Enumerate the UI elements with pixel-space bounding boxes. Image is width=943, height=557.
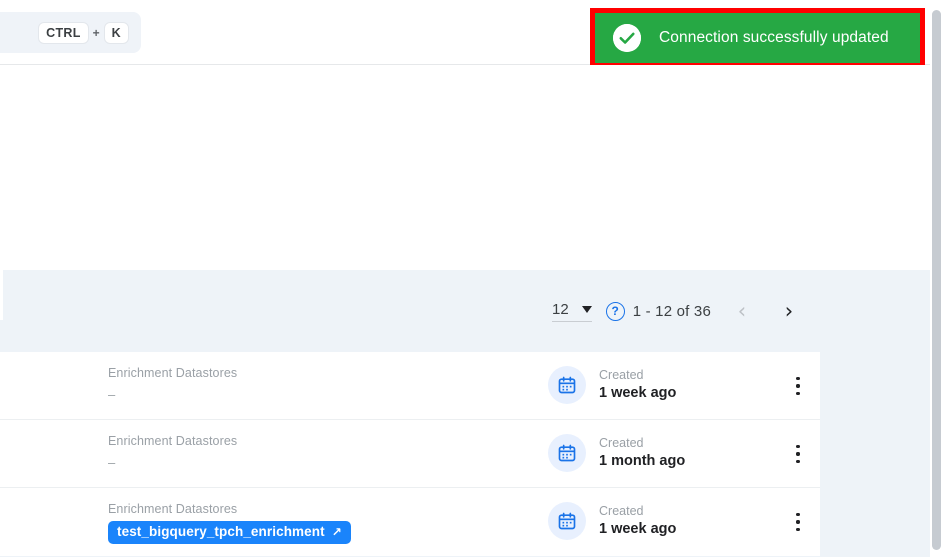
search-shortcut-ctrl-key: CTRL — [38, 21, 89, 44]
page-size-value: 12 — [552, 300, 569, 318]
kebab-dot — [796, 391, 800, 395]
row-meta-group: Enrichment Datastores – — [108, 434, 508, 473]
kebab-dot — [796, 445, 800, 449]
toast-highlight-annotation: Connection successfully updated — [590, 8, 925, 68]
search-shortcut-k-key: K — [103, 21, 129, 44]
search-shortcut-plus: + — [92, 25, 100, 40]
calendar-icon — [548, 502, 586, 540]
enrichment-datastores-label: Enrichment Datastores — [108, 366, 238, 380]
page-scrollbar[interactable] — [930, 0, 943, 557]
scrollbar-thumb[interactable] — [932, 10, 941, 550]
check-circle-icon — [613, 24, 641, 52]
chip-label: test_bigquery_tpch_enrichment — [117, 524, 325, 539]
table-row[interactable]: Enrichment Datastores – — [0, 420, 820, 488]
help-icon[interactable]: ? — [605, 301, 625, 321]
created-value: 1 week ago — [599, 520, 677, 537]
external-link-icon: ↗ — [331, 525, 342, 539]
chevron-down-icon — [581, 305, 592, 313]
created-text-group: Created 1 month ago — [599, 436, 685, 471]
calendar-icon — [548, 434, 586, 472]
row-meta-group: Enrichment Datastores test_bigquery_tpch… — [108, 502, 508, 544]
enrichment-datastores-value: – — [108, 387, 116, 402]
toast-notification[interactable]: Connection successfully updated — [595, 13, 920, 63]
calendar-icon — [548, 366, 586, 404]
created-text-group: Created 1 week ago — [599, 504, 676, 539]
kebab-dot — [796, 459, 800, 463]
pagination-bar: 12 ? 1 - 12 of 36 ‹ › — [0, 270, 820, 352]
kebab-menu-icon[interactable] — [789, 376, 807, 396]
pagination-next-button[interactable]: › — [774, 296, 804, 326]
created-label: Created — [599, 435, 644, 450]
table-row[interactable]: Enrichment Datastores test_bigquery_tpch… — [0, 488, 820, 556]
page-blank-area — [0, 65, 943, 270]
enrichment-datastore-chip[interactable]: test_bigquery_tpch_enrichment ↗ — [108, 521, 351, 544]
created-value: 1 month ago — [599, 452, 686, 469]
kebab-dot — [796, 513, 800, 517]
created-text-group: Created 1 week ago — [599, 368, 676, 403]
kebab-dot — [796, 384, 800, 388]
connection-list: Enrichment Datastores – Created 1 week a… — [0, 352, 820, 556]
kebab-dot — [796, 520, 800, 524]
app-window: CTRL + K Connection successfully updated… — [0, 0, 943, 557]
kebab-menu-icon[interactable] — [789, 444, 807, 464]
kebab-menu-icon[interactable] — [789, 512, 807, 532]
kebab-dot — [796, 527, 800, 531]
kebab-dot — [796, 452, 800, 456]
row-meta-group: Enrichment Datastores – — [108, 366, 508, 405]
row-created-group: Created 1 week ago — [548, 366, 676, 404]
created-label: Created — [599, 503, 644, 518]
enrichment-datastores-value: – — [108, 455, 116, 470]
kebab-dot — [796, 377, 800, 381]
enrichment-datastores-label: Enrichment Datastores — [108, 502, 238, 516]
table-row[interactable]: Enrichment Datastores – — [0, 352, 820, 420]
toast-message: Connection successfully updated — [659, 29, 889, 46]
pagination-prev-button[interactable]: ‹ — [727, 296, 757, 326]
row-created-group: Created 1 month ago — [548, 434, 685, 472]
created-value: 1 week ago — [599, 384, 677, 401]
pagination-range-text: 1 - 12 of 36 — [632, 302, 711, 320]
created-label: Created — [599, 367, 644, 382]
global-search-input[interactable]: CTRL + K — [0, 12, 141, 53]
row-created-group: Created 1 week ago — [548, 502, 676, 540]
enrichment-datastores-label: Enrichment Datastores — [108, 434, 238, 448]
page-size-select[interactable]: 12 — [552, 301, 592, 322]
